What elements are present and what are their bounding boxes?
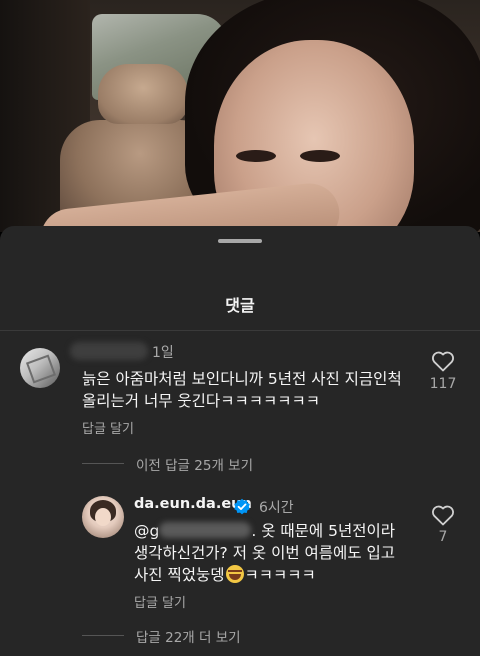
person-eye-left — [236, 150, 276, 162]
reply-text-line-3: 사진 찍었눙뎅 ㅋㅋㅋㅋㅋ — [134, 564, 316, 586]
grinning-sweat-emoji-icon — [225, 565, 244, 583]
commenter-avatar[interactable] — [20, 348, 60, 388]
reply-button[interactable]: 답글 달기 — [82, 418, 134, 437]
comment-time: 1일 — [152, 345, 174, 361]
reply-text-line-1: @g . 옷 때문에 5년전이라 — [134, 520, 395, 542]
blurred-mention — [159, 522, 252, 538]
like-count: 117 — [429, 376, 457, 392]
header-divider — [0, 330, 480, 331]
reply-text-line-1-rest: . 옷 때문에 5년전이라 — [251, 522, 395, 540]
verified-badge-icon — [234, 498, 250, 515]
car-headrest — [98, 64, 188, 124]
reply-text-line-2: 생각하신건가? 저 옷 이번 여름에도 입고 — [134, 544, 396, 562]
reply-mention[interactable]: @g — [134, 522, 159, 540]
comments-sheet: 댓글 1일 늙은 아줌마처럼 보인다니까 5년전 사진 지금인척 올리는거 너무… — [0, 226, 480, 656]
comment-text-line-1: 늙은 아줌마처럼 보인다니까 5년전 사진 지금인척 — [82, 370, 402, 388]
reply-text-line-3-post: ㅋㅋㅋㅋㅋ — [244, 566, 316, 584]
reply-time: 6시간 — [259, 500, 294, 516]
comment-text-line-2: 올리는거 너무 웃긴다ㅋㅋㅋㅋㅋㅋㅋ — [82, 392, 321, 410]
reply-to-reply-button[interactable]: 답글 달기 — [134, 592, 186, 611]
reply-like-count: 7 — [438, 529, 448, 545]
background-photo — [0, 0, 480, 232]
reply-heart-outline-icon[interactable] — [431, 504, 455, 526]
thread-line-bottom — [82, 635, 124, 636]
view-more-replies[interactable]: 답글 22개 더 보기 — [136, 626, 241, 646]
sheet-drag-handle[interactable] — [218, 239, 262, 243]
sheet-title: 댓글 — [225, 296, 255, 315]
thread-line — [82, 463, 124, 464]
reply-text-line-3-pre: 사진 찍었눙뎅 — [134, 566, 225, 584]
view-previous-replies[interactable]: 이전 답글 25개 보기 — [136, 454, 253, 474]
heart-outline-icon[interactable] — [431, 350, 455, 372]
blurred-username[interactable] — [70, 342, 148, 360]
person-eye-right — [300, 150, 340, 162]
reply-avatar[interactable] — [82, 496, 124, 538]
